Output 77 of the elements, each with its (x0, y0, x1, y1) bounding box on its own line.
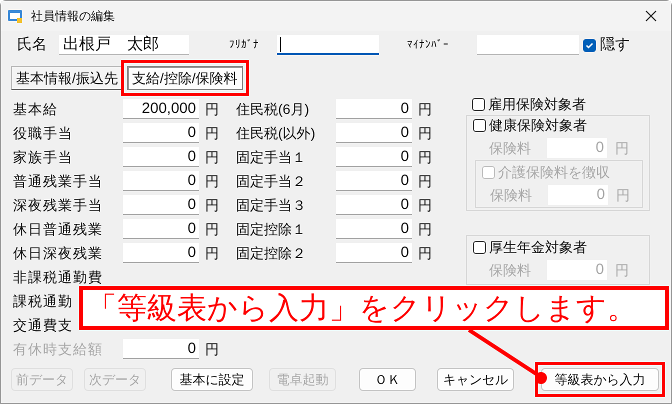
checkbox-label: 介護保険料を徴収 (498, 162, 610, 182)
tab[interactable]: 基本情報/振込先 (11, 66, 123, 90)
field-label: 住民税(6月) (236, 100, 310, 116)
button[interactable]: ＯＫ (359, 368, 416, 391)
unit-label: 円 (205, 340, 219, 358)
amount-field[interactable]: 0 (336, 219, 412, 239)
field-label: 休日深夜残業 (13, 244, 103, 260)
unit-label: 円 (205, 220, 219, 238)
checkbox[interactable] (473, 240, 486, 254)
unit-label: 円 (615, 260, 629, 280)
field-label: 保険料 (489, 138, 532, 158)
checkbox[interactable] (583, 38, 596, 52)
amount-field[interactable]: 0 (123, 147, 199, 167)
unit-label: 円 (205, 196, 219, 214)
amount-field[interactable]: 0 (336, 243, 412, 263)
field-label: 基本給 (13, 100, 58, 116)
field-label: 氏名 (17, 34, 48, 55)
field-label: 役職手当 (13, 124, 73, 140)
field-label: ﾌﾘｶﾞﾅ (229, 38, 260, 53)
field-label: 非課税通勤費 (13, 268, 103, 284)
field-label: ﾏｲﾅﾝﾊﾞｰ (407, 38, 450, 53)
unit-label: 円 (418, 172, 432, 190)
amount-field[interactable]: 0 (123, 195, 199, 215)
mynumber-field[interactable] (477, 35, 579, 55)
unit-label: 円 (205, 100, 219, 118)
field-label: 家族手当 (13, 148, 73, 164)
field-label: 固定控除１ (236, 220, 306, 236)
checkbox[interactable] (473, 118, 486, 132)
field-label: 保険料 (490, 186, 533, 204)
unit-label: 円 (205, 172, 219, 190)
amount-field[interactable]: 0 (336, 171, 412, 191)
furigana-field[interactable] (277, 35, 379, 55)
app-icon (7, 8, 23, 24)
amount-field[interactable]: 0 (336, 123, 412, 143)
amount-field[interactable]: 0 (336, 195, 412, 215)
unit-label: 円 (418, 244, 432, 262)
field-label: 課税通勤 (13, 292, 73, 308)
field-label: 固定控除２ (236, 244, 306, 260)
checkbox-label: 健康保険対象者 (489, 116, 587, 134)
field-label: 普通残業手当 (13, 172, 103, 188)
field-label: 住民税(以外) (236, 124, 316, 140)
unit-label: 円 (205, 244, 219, 262)
field-label: 保険料 (489, 260, 532, 280)
button[interactable]: 等級表から入力 (541, 368, 659, 391)
unit-label: 円 (418, 100, 432, 118)
checkbox-label: 隠す (600, 34, 630, 55)
button[interactable]: キャンセル (437, 368, 514, 391)
name-field[interactable]: 出根戸 太郎 (59, 35, 189, 55)
checkbox-label: 雇用保険対象者 (488, 94, 586, 114)
field-label: 有休時支給額 (13, 340, 103, 356)
field-label: 交通費支 (13, 316, 73, 332)
unit-label: 円 (418, 124, 432, 142)
field-label: 深夜残業手当 (13, 196, 103, 212)
field-label: 固定手当２ (236, 172, 306, 188)
window-title: 社員情報の編集 (31, 8, 116, 25)
unit-label: 円 (616, 186, 630, 204)
unit-label: 円 (615, 138, 629, 158)
amount-field[interactable]: 0 (123, 171, 199, 191)
amount-field[interactable]: 0 (123, 243, 199, 263)
field-label: 固定手当１ (236, 148, 306, 164)
close-icon[interactable] (645, 10, 657, 22)
unit-label: 円 (418, 196, 432, 214)
unit-label: 円 (418, 220, 432, 238)
checkbox[interactable] (472, 98, 485, 110)
field-label: 休日普通残業 (13, 220, 103, 236)
field-label: 固定手当３ (236, 196, 306, 212)
button[interactable]: 基本に設定 (171, 368, 253, 391)
amount-field[interactable]: 200,000 (123, 99, 199, 119)
amount-field[interactable]: 0 (336, 99, 412, 119)
checkbox-label: 厚生年金対象者 (489, 238, 587, 256)
instruction-tooltip: 「等級表から入力」をクリックします。 (79, 286, 669, 330)
unit-label: 円 (205, 124, 219, 142)
unit-label: 円 (418, 148, 432, 166)
unit-label: 円 (205, 148, 219, 166)
amount-field[interactable]: 0 (123, 123, 199, 143)
amount-field[interactable]: 0 (336, 147, 412, 167)
amount-field[interactable]: 0 (123, 219, 199, 239)
